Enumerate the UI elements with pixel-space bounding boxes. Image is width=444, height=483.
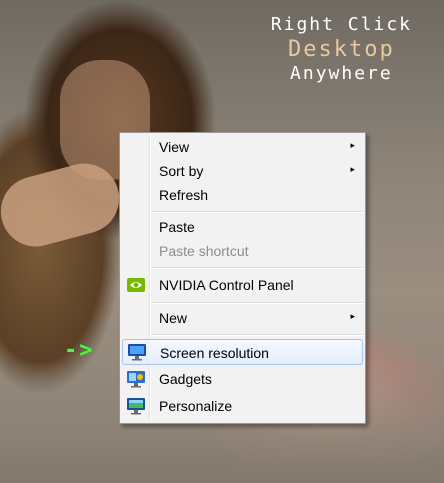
pointer-arrow: -> [64, 338, 95, 363]
menu-item-gadgets[interactable]: Gadgets [122, 368, 363, 392]
overlay-caption: Right Click Desktop Anywhere [271, 14, 412, 84]
menu-item-refresh[interactable]: Refresh [122, 184, 363, 206]
menu-separator [152, 267, 363, 269]
caption-line-1: Right Click [270, 14, 412, 35]
menu-item-label: Sort by [159, 163, 204, 179]
caption-line-3: Anywhere [290, 63, 393, 84]
menu-item-label: New [159, 310, 188, 326]
submenu-arrow-icon: ▸ [350, 311, 355, 321]
menu-item-nvidia-control-panel[interactable]: NVIDIA Control Panel [122, 274, 363, 296]
submenu-arrow-icon: ▸ [350, 140, 355, 150]
menu-item-paste-shortcut: Paste shortcut [122, 240, 363, 262]
menu-item-label: Personalize [159, 398, 233, 414]
menu-item-sort-by[interactable]: Sort by ▸ [122, 160, 363, 182]
caption-line-2: Desktop [288, 37, 395, 62]
nvidia-icon [126, 276, 146, 294]
menu-separator [152, 211, 363, 213]
menu-separator [152, 334, 363, 336]
menu-item-new[interactable]: New ▸ [122, 307, 363, 329]
menu-item-paste[interactable]: Paste [122, 216, 363, 238]
screen-resolution-icon [127, 343, 147, 361]
menu-item-personalize[interactable]: Personalize [122, 395, 363, 419]
menu-item-label: Screen resolution [160, 345, 269, 361]
gadgets-icon [126, 370, 146, 388]
menu-item-label: NVIDIA Control Panel [159, 277, 294, 293]
menu-item-screen-resolution[interactable]: Screen resolution [122, 339, 363, 365]
menu-item-label: Paste [159, 219, 195, 235]
menu-item-label: View [159, 139, 190, 155]
menu-separator [152, 302, 363, 304]
menu-item-label: Paste shortcut [159, 243, 249, 259]
menu-item-label: Refresh [159, 187, 209, 203]
desktop-context-menu: View ▸ Sort by ▸ Refresh Paste Paste sho… [119, 132, 366, 424]
menu-item-label: Gadgets [159, 371, 212, 387]
personalize-icon [126, 397, 146, 415]
submenu-arrow-icon: ▸ [350, 164, 355, 174]
menu-item-view[interactable]: View ▸ [122, 136, 363, 158]
